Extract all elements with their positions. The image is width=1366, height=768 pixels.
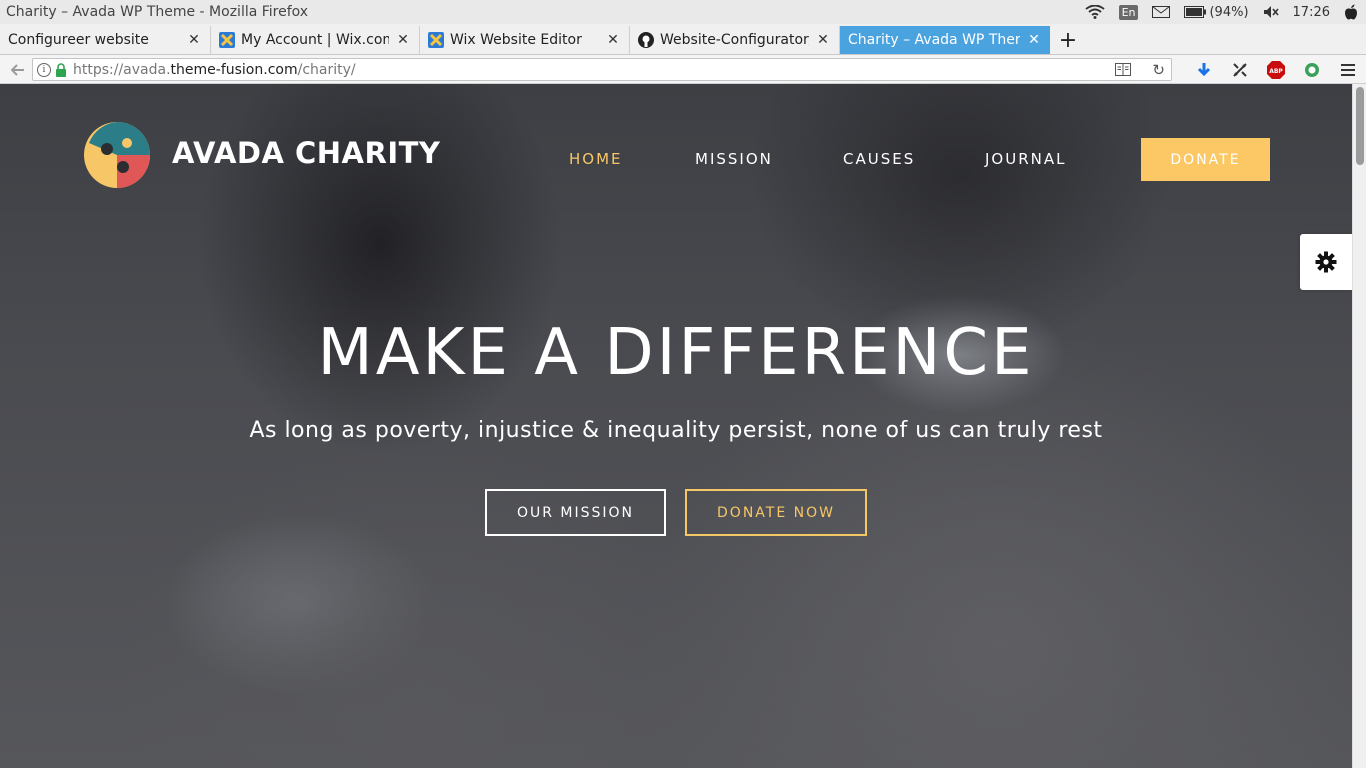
reload-icon[interactable]: ↻ <box>1152 61 1165 79</box>
nav-home[interactable]: HOME <box>569 150 623 168</box>
nav-journal[interactable]: JOURNAL <box>985 150 1066 168</box>
system-tray: En (94%) 17:26 <box>1084 0 1358 24</box>
clock[interactable]: 17:26 <box>1293 5 1330 20</box>
tab-label: Wix Website Editor <box>450 32 582 48</box>
tab-wix-account[interactable]: My Account | Wix.com ✕ <box>211 26 420 54</box>
extension-circle-icon[interactable] <box>1294 62 1330 78</box>
scrollbar-thumb[interactable] <box>1356 87 1364 165</box>
tab-configureer-website[interactable]: Configureer website ✕ <box>0 26 211 54</box>
url-bar[interactable]: i https://avada.theme-fusion.com/charity… <box>32 58 1172 81</box>
nav-mission[interactable]: MISSION <box>695 150 773 168</box>
nav-causes[interactable]: CAUSES <box>843 150 915 168</box>
svg-text:ABP: ABP <box>1269 68 1283 75</box>
tab-close-icon[interactable]: ✕ <box>605 32 621 48</box>
back-arrow-icon <box>11 64 24 76</box>
site-info-icon[interactable]: i <box>37 62 51 77</box>
tab-close-icon[interactable]: ✕ <box>395 32 411 48</box>
tab-label: Website-Configurator/s <box>660 32 809 48</box>
tab-github-configurator[interactable]: Website-Configurator/s ✕ <box>630 26 840 54</box>
page-viewport: AVADA CHARITY HOME MISSION CAUSES JOURNA… <box>0 84 1352 768</box>
lock-icon <box>56 62 66 77</box>
hero-subtitle: As long as poverty, injustice & inequali… <box>249 418 1103 443</box>
adblock-plus-icon[interactable]: ABP <box>1258 60 1294 79</box>
settings-panel-toggle[interactable] <box>1300 234 1352 290</box>
reader-view-icon[interactable] <box>1115 63 1131 76</box>
downloads-icon[interactable] <box>1186 62 1222 78</box>
url-text: https://avada.theme-fusion.com/charity/ <box>73 61 356 78</box>
toolbar-icons: ABP <box>1186 55 1366 84</box>
wix-icon <box>219 32 235 48</box>
donate-button[interactable]: DONATE <box>1141 138 1270 181</box>
browser-tab-strip: Configureer website ✕ My Account | Wix.c… <box>0 24 1366 55</box>
github-icon <box>638 32 654 48</box>
os-title-bar: Charity – Avada WP Theme - Mozilla Firef… <box>0 0 1366 24</box>
tab-close-icon[interactable]: ✕ <box>1026 32 1042 48</box>
tab-label: My Account | Wix.com <box>241 32 389 48</box>
extension-tool-icon[interactable] <box>1222 62 1258 78</box>
tab-charity-avada[interactable]: Charity – Avada WP Them ✕ <box>840 26 1050 54</box>
tab-label: Configureer website <box>8 32 149 48</box>
site-title[interactable]: AVADA CHARITY <box>172 136 440 170</box>
apple-icon[interactable] <box>1344 4 1358 20</box>
tab-close-icon[interactable]: ✕ <box>815 32 831 48</box>
hamburger-menu-icon[interactable] <box>1330 63 1366 77</box>
gear-icon <box>1315 251 1337 273</box>
avada-charity-logo[interactable] <box>83 121 151 189</box>
window-title: Charity – Avada WP Theme - Mozilla Firef… <box>6 4 309 20</box>
donate-now-button[interactable]: DONATE NOW <box>685 489 867 536</box>
browser-nav-bar: i https://avada.theme-fusion.com/charity… <box>0 55 1366 84</box>
new-tab-button[interactable]: + <box>1056 26 1080 54</box>
tab-close-icon[interactable]: ✕ <box>186 32 202 48</box>
volume-muted-icon[interactable] <box>1263 5 1279 19</box>
wifi-icon[interactable] <box>1084 5 1105 19</box>
mail-icon[interactable] <box>1152 6 1171 18</box>
tab-wix-editor[interactable]: Wix Website Editor ✕ <box>420 26 630 54</box>
keyboard-layout-indicator[interactable]: En <box>1118 4 1139 20</box>
battery-indicator[interactable]: (94%) <box>1184 4 1249 20</box>
back-button[interactable] <box>8 60 28 80</box>
hero-title: MAKE A DIFFERENCE <box>317 316 1035 390</box>
wix-icon <box>428 32 444 48</box>
page-scrollbar[interactable] <box>1352 84 1366 768</box>
tab-label: Charity – Avada WP Them <box>848 32 1020 48</box>
our-mission-button[interactable]: OUR MISSION <box>485 489 666 536</box>
battery-icon <box>1184 6 1207 18</box>
battery-percent: (94%) <box>1209 4 1249 20</box>
